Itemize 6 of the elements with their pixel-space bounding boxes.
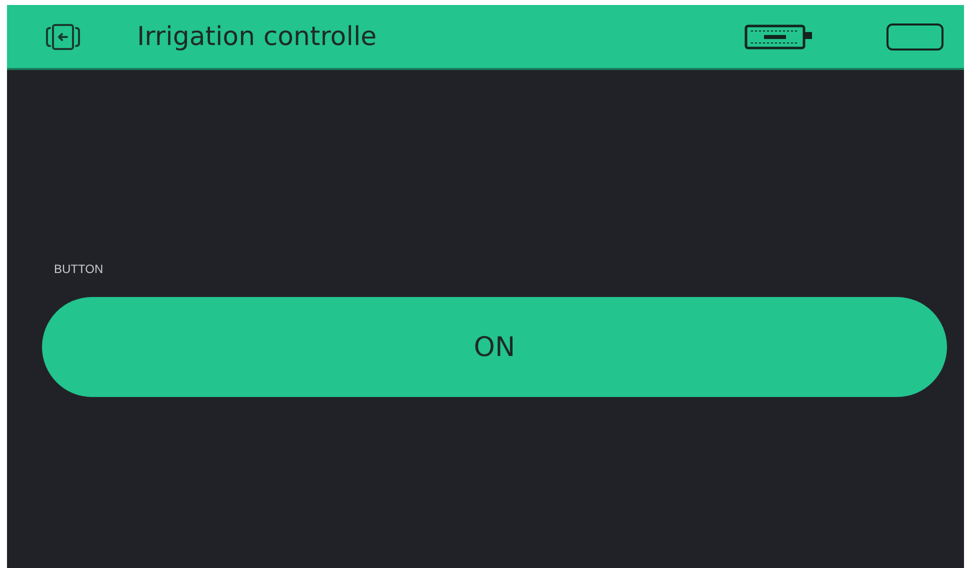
project-title: Irrigation controlle xyxy=(137,22,378,52)
widget-label: BUTTON xyxy=(54,262,104,276)
play-mode-icon[interactable] xyxy=(886,22,944,50)
toggle-button[interactable]: ON xyxy=(42,297,947,397)
device-icon[interactable] xyxy=(744,24,814,50)
exit-icon[interactable] xyxy=(45,22,81,52)
